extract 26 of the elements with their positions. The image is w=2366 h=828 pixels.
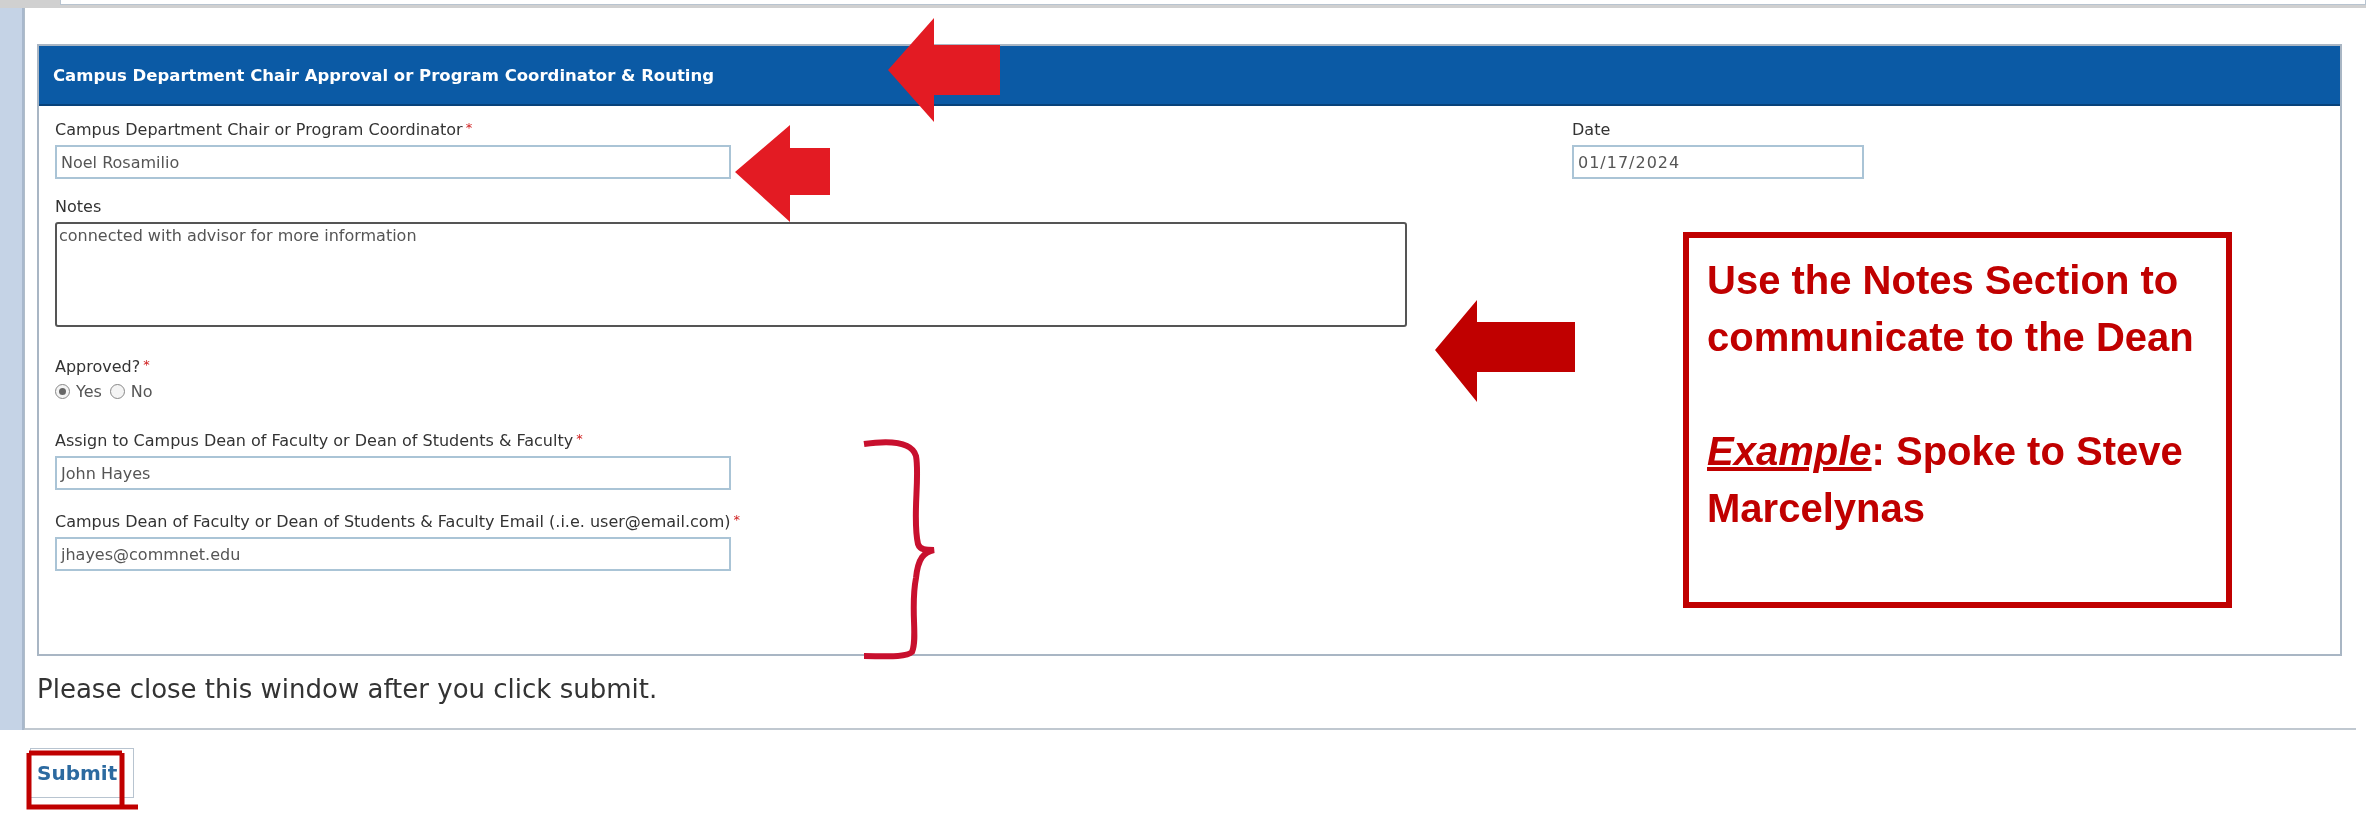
instruction-text: Please close this window after you click submit. [37,674,659,704]
chair-name-field[interactable]: Noel Rosamilio [55,145,731,179]
email-field[interactable]: jhayes@commnet.edu [55,537,731,571]
field-label: Assign to Campus Dean of Faculty or Dean of Students & Faculty [55,431,574,450]
field-label: Campus Department Chair or Program Coordinator [55,120,463,139]
radio-label: No [130,382,153,401]
arrow-icon [888,18,1000,122]
required-mark: * [733,512,740,527]
arrow-icon [1435,300,1575,402]
radio-button[interactable] [109,384,125,399]
required-mark: * [576,431,583,446]
radio-label: Yes [76,382,102,401]
notes-field[interactable]: connected with advisor for more information [55,222,1407,327]
field-label: Campus Dean of Faculty or Dean of Students & Faculty Email (.i.e. user@email.com) [55,512,731,531]
callout-text: Example: Spoke to Steve Marcelynas [1707,428,2184,532]
field-label: Approved? [55,357,141,376]
radio-button[interactable] [55,384,70,399]
arrow-icon [735,125,830,222]
date-field[interactable]: 01/17/2024 [1572,145,1864,179]
field-label: Notes [55,197,102,216]
field-label: Date [1572,120,1611,139]
dean-name-field[interactable]: John Hayes [55,456,731,490]
callout-text: Use the Notes Section to communicate to the Dean [1707,257,2195,361]
section-title: Campus Department Chair Approval or Program Coordinator & Routing [53,65,715,85]
required-mark: * [465,120,473,135]
required-mark: * [143,357,150,372]
